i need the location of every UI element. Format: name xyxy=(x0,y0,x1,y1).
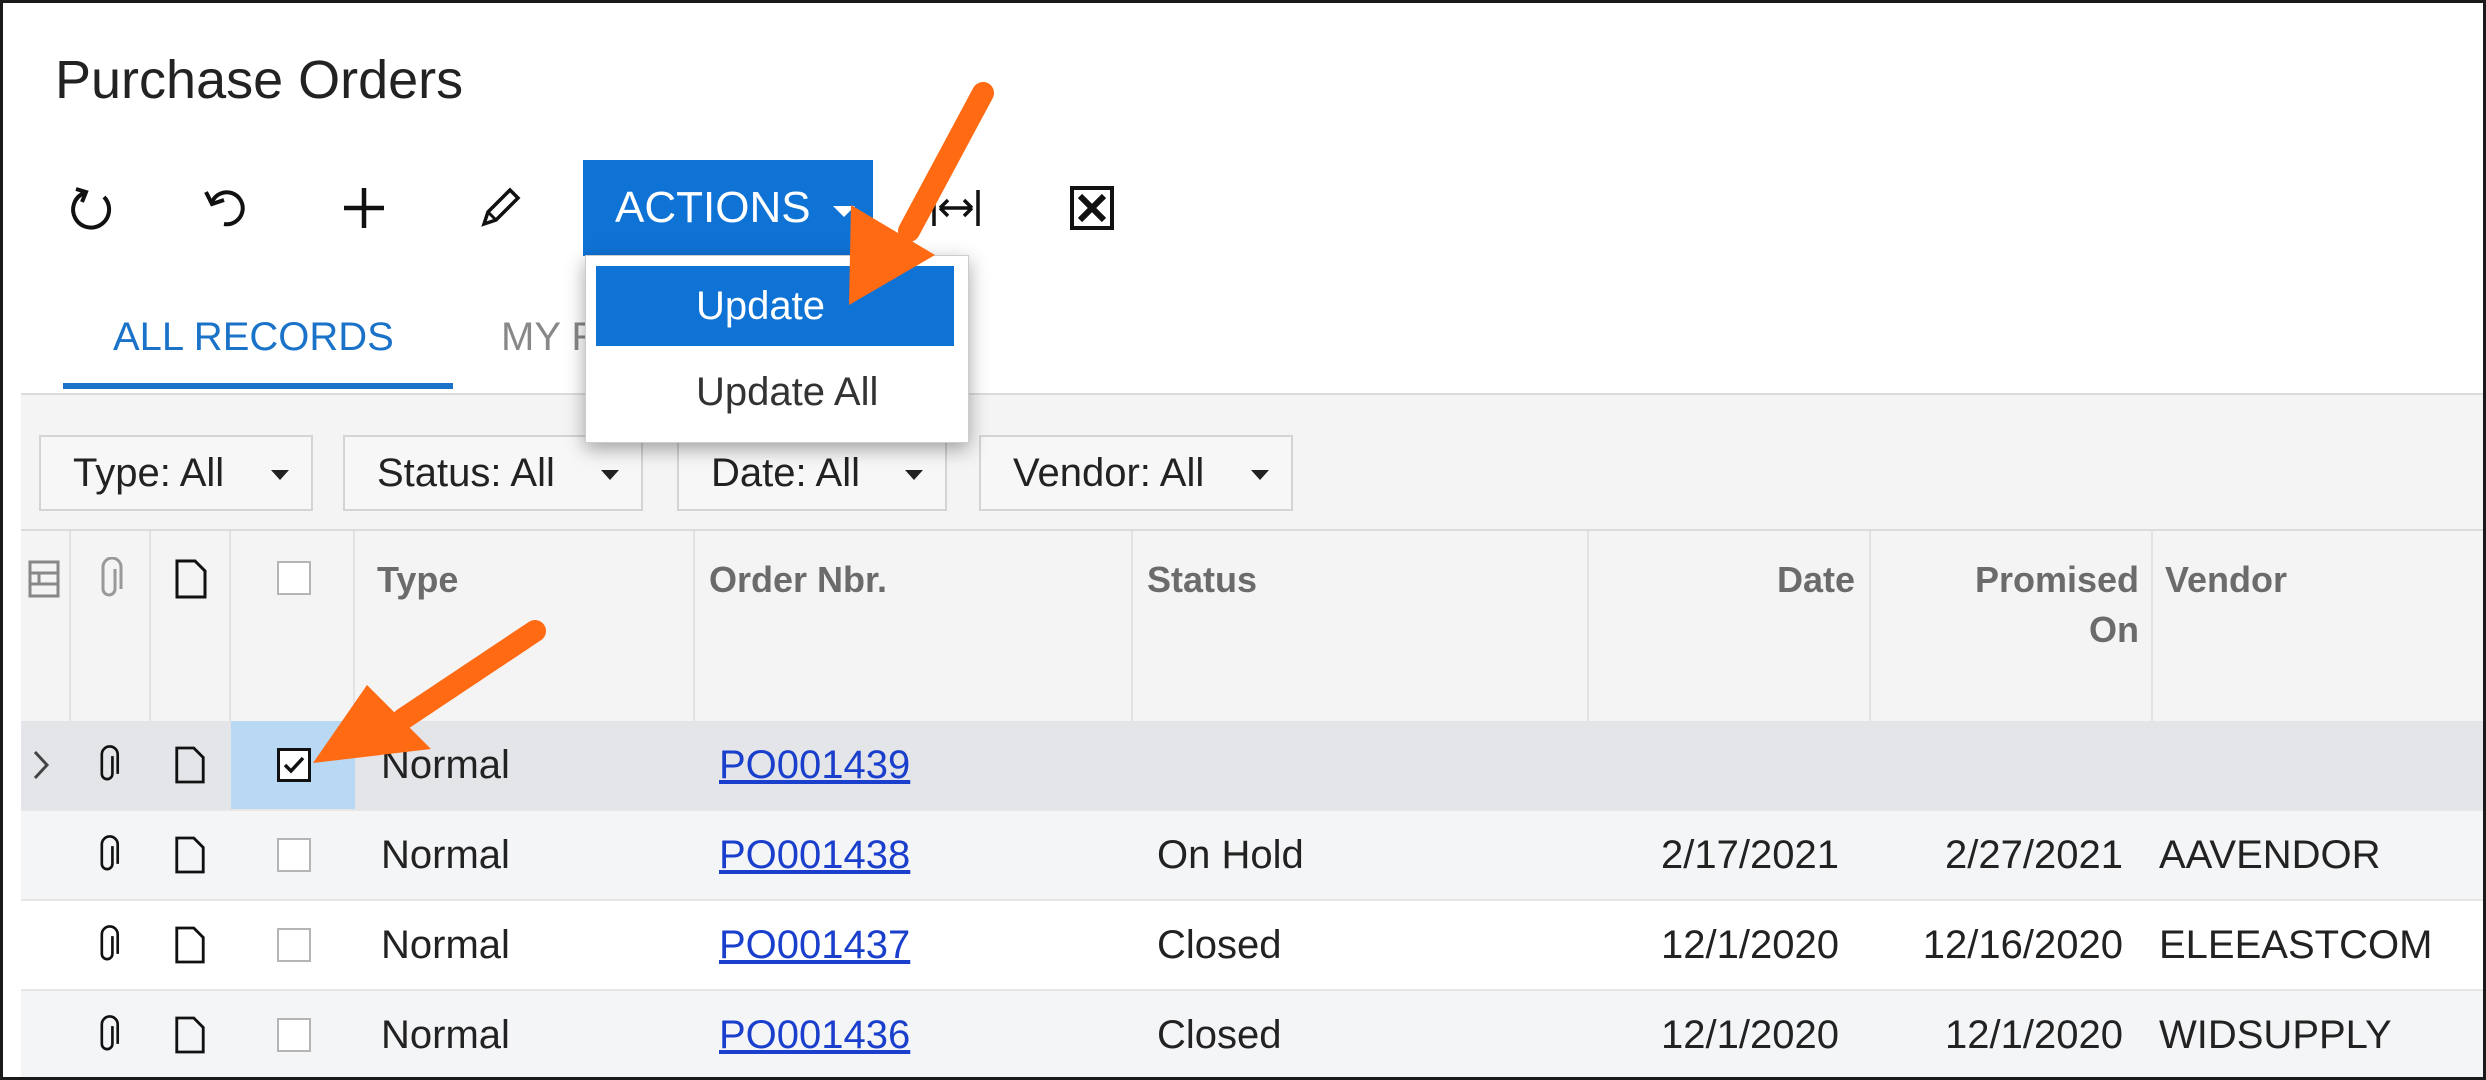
checkbox-box xyxy=(277,1018,311,1052)
cell-promised-on: 12/1/2020 xyxy=(1945,1012,2123,1057)
cell-vendor: WIDSUPPLY xyxy=(2159,1012,2392,1057)
select-all-checkbox[interactable] xyxy=(277,561,311,595)
excel-export-icon xyxy=(1070,186,1114,230)
row-checkbox[interactable] xyxy=(277,901,311,989)
cell-type: Normal xyxy=(381,832,510,877)
filter-vendor-label: Vendor: All xyxy=(1013,450,1205,495)
expand-row-chevron-icon[interactable] xyxy=(31,721,61,809)
paperclip-icon[interactable] xyxy=(93,901,133,989)
order-nbr-link[interactable]: PO001438 xyxy=(719,811,910,899)
grid-options-icon[interactable] xyxy=(27,559,61,599)
filter-status-label: Status: All xyxy=(377,450,555,495)
document-icon[interactable] xyxy=(173,811,213,899)
add-button[interactable] xyxy=(319,163,409,253)
chevron-down-icon xyxy=(271,470,289,480)
cell-date: 2/17/2021 xyxy=(1661,832,1839,877)
paperclip-icon[interactable] xyxy=(93,991,133,1077)
excel-export-button[interactable] xyxy=(1047,163,1137,253)
chevron-down-icon xyxy=(1251,470,1269,480)
col-promised-on-label: Promised On xyxy=(1974,559,2139,650)
chevron-down-icon xyxy=(601,470,619,480)
order-nbr-link[interactable]: PO001437 xyxy=(719,901,910,989)
cell-promised-on xyxy=(1871,721,2123,809)
document-icon[interactable] xyxy=(173,991,213,1077)
cell-promised-on: 2/27/2021 xyxy=(1945,832,2123,877)
table-row[interactable]: Normal PO001438 On Hold 2/17/2021 2/27/2… xyxy=(21,811,2483,901)
pencil-icon xyxy=(481,187,521,227)
active-tab-underline xyxy=(63,383,453,389)
document-icon xyxy=(175,559,207,599)
cell-date xyxy=(1589,721,1839,809)
undo-icon xyxy=(204,190,245,227)
cell-date: 12/1/2020 xyxy=(1661,922,1839,967)
callout-arrow-icon xyxy=(313,620,546,763)
refresh-button[interactable] xyxy=(47,163,137,253)
document-icon[interactable] xyxy=(173,721,213,809)
row-checkbox[interactable] xyxy=(277,991,311,1077)
paperclip-icon xyxy=(101,557,123,597)
undo-button[interactable] xyxy=(181,163,271,253)
col-date[interactable]: Date xyxy=(1589,531,1871,721)
cell-type: Normal xyxy=(381,1012,510,1057)
cell-status: Closed xyxy=(1157,1012,1282,1057)
filter-bar: Type: All Status: All Date: All Vendor: … xyxy=(21,395,2483,531)
filter-vendor[interactable]: Vendor: All xyxy=(979,435,1293,511)
table-row[interactable]: Normal PO001437 Closed 12/1/2020 12/16/2… xyxy=(21,901,2483,991)
col-order-nbr-label: Order Nbr. xyxy=(709,559,888,600)
tab-bar: ALL RECORDS MY R xyxy=(21,283,2483,395)
filter-status[interactable]: Status: All xyxy=(343,435,643,511)
col-notes xyxy=(151,531,231,721)
callout-arrow-icon xyxy=(849,82,994,305)
chevron-down-icon xyxy=(905,470,923,480)
col-status-label: Status xyxy=(1147,559,1258,600)
filter-type-label: Type: All xyxy=(73,450,225,495)
checkbox-box xyxy=(277,838,311,872)
paperclip-icon[interactable] xyxy=(93,721,133,809)
col-date-label: Date xyxy=(1776,559,1855,600)
paperclip-icon[interactable] xyxy=(93,811,133,899)
col-promised-on[interactable]: Promised On xyxy=(1871,531,2153,721)
document-icon[interactable] xyxy=(173,901,213,989)
col-order-nbr[interactable]: Order Nbr. xyxy=(695,531,1133,721)
tab-all-records[interactable]: ALL RECORDS xyxy=(113,315,394,360)
edit-button[interactable] xyxy=(455,163,545,253)
cell-vendor: ELEEASTCOM xyxy=(2159,922,2433,967)
plus-icon xyxy=(344,188,384,228)
filter-date[interactable]: Date: All xyxy=(677,435,947,511)
filter-date-label: Date: All xyxy=(711,450,860,495)
cell-promised-on: 12/16/2020 xyxy=(1922,922,2123,967)
col-type-label: Type xyxy=(377,559,459,600)
checkbox-box xyxy=(277,928,311,962)
filter-type[interactable]: Type: All xyxy=(39,435,313,511)
col-row-selector xyxy=(21,531,71,721)
col-vendor[interactable]: Vendor xyxy=(2153,531,2483,721)
row-checkbox[interactable] xyxy=(277,811,311,899)
order-nbr-link[interactable]: PO001436 xyxy=(719,991,910,1077)
window-frame: Purchase Orders ACTIONS ALL RECORDS MY R… xyxy=(0,0,2486,1080)
menu-item-update-all[interactable]: Update All xyxy=(596,352,954,432)
col-attachments xyxy=(71,531,151,721)
cell-status: On Hold xyxy=(1157,832,1304,877)
table-row[interactable]: Normal PO001436 Closed 12/1/2020 12/1/20… xyxy=(21,991,2483,1077)
cell-status: Closed xyxy=(1157,922,1282,967)
cell-vendor: AAVENDOR xyxy=(2159,832,2381,877)
page-title: Purchase Orders xyxy=(55,50,464,110)
actions-label: ACTIONS xyxy=(615,183,811,232)
refresh-icon xyxy=(71,187,112,230)
order-nbr-link[interactable]: PO001439 xyxy=(719,721,910,809)
col-vendor-label: Vendor xyxy=(2165,559,2288,600)
cell-date: 12/1/2020 xyxy=(1661,1012,1839,1057)
col-status[interactable]: Status xyxy=(1133,531,1589,721)
cell-type: Normal xyxy=(381,922,510,967)
